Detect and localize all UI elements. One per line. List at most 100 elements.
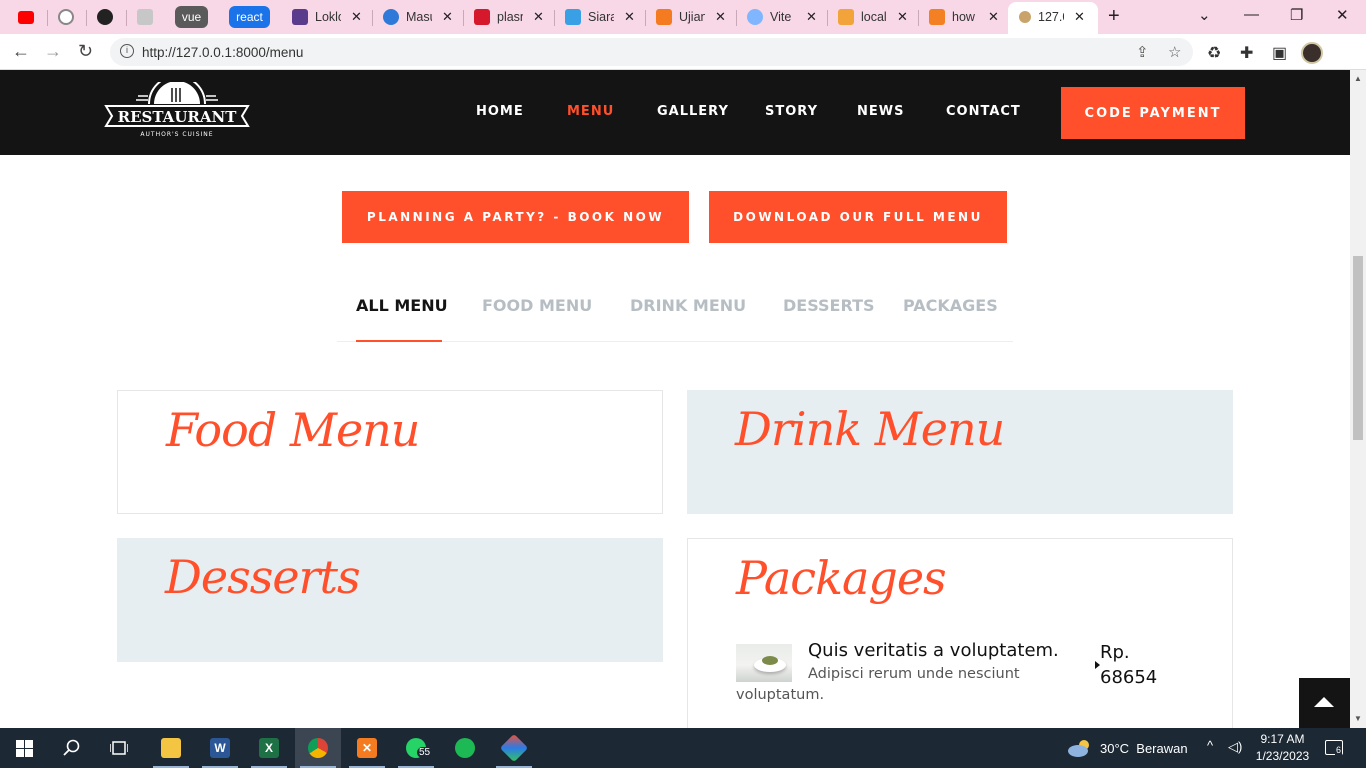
share-icon[interactable]: ⇪ [1136,43,1149,61]
taskbar-xampp[interactable]: ✕ [344,728,390,768]
chevron-down-icon[interactable]: ⌄ [1198,6,1211,24]
close-icon[interactable]: ✕ [988,9,999,25]
packages-title: Packages [736,551,947,605]
close-icon[interactable]: ✕ [624,9,635,25]
taskbar-excel[interactable]: X [246,728,292,768]
nav-gallery[interactable]: GALLERY [657,104,729,119]
windows-start-icon[interactable] [16,740,33,757]
address-bar[interactable]: i http://127.0.0.1:8000/menu ⇪ ☆ [110,38,1193,66]
taskbar-file-explorer[interactable] [148,728,194,768]
close-icon[interactable]: ✕ [806,9,817,25]
tab-plasn[interactable]: plasn ✕ [474,4,544,30]
close-icon[interactable]: ✕ [715,9,726,25]
back-arrow-icon[interactable]: ← [12,41,30,62]
search-icon[interactable] [63,739,81,757]
phpmyadmin-icon [838,9,854,25]
tab-drink-menu[interactable]: DRINK MENU [630,296,746,315]
page-scrollbar[interactable]: ▲ ▼ [1350,70,1366,728]
side-panel-icon[interactable]: ▣ [1272,43,1287,63]
tray-chevron-icon[interactable]: ^ [1207,738,1213,753]
close-icon[interactable]: ✕ [533,9,544,25]
taskbar-chrome[interactable] [295,728,341,768]
taskbar-spotify[interactable] [442,728,488,768]
nav-menu[interactable]: MENU [567,104,614,119]
download-menu-button[interactable]: DOWNLOAD OUR FULL MENU [709,191,1007,243]
task-view-icon[interactable] [110,740,128,756]
tab-separator [645,10,646,26]
close-icon[interactable]: ✕ [442,9,453,25]
windows-taskbar: W X ✕ 55 30°C Berawan ^ ◁) 9:17 AM 1/23/… [0,728,1366,768]
reload-icon[interactable]: ↻ [78,41,93,62]
tab-food-menu[interactable]: FOOD MENU [482,296,592,315]
book-party-button[interactable]: PLANNING A PARTY? - BOOK NOW [342,191,689,243]
profile-avatar[interactable] [1301,42,1323,64]
weather-cloud-icon[interactable] [1067,739,1093,757]
new-tab-icon[interactable]: + [1108,5,1120,28]
word-icon: W [210,738,230,758]
close-window-icon[interactable]: ✕ [1336,6,1349,24]
restaurant-logo[interactable]: RESTAURANT AUTHOR'S CUISINE [104,82,250,144]
info-icon[interactable]: i [120,44,134,58]
tab-all-menu[interactable]: ALL MENU [356,296,448,315]
scroll-down-icon[interactable]: ▼ [1354,714,1362,723]
taskbar-git[interactable] [491,728,537,768]
tab-loklo[interactable]: Loklo ✕ [292,4,362,30]
package-item-price: Rp. 68654 [1100,642,1158,688]
tab-youtube[interactable] [18,4,41,30]
taskbar-whatsapp[interactable]: 55 [393,728,439,768]
extensions-puzzle-icon[interactable]: ✚ [1240,43,1253,63]
web-page: RESTAURANT AUTHOR'S CUISINE HOME MENU GA… [0,70,1350,728]
close-icon[interactable]: ✕ [351,9,362,25]
taskbar-clock[interactable]: 9:17 AM 1/23/2023 [1250,731,1315,765]
nav-story[interactable]: STORY [765,104,818,119]
tab-local[interactable]: local ✕ [838,4,908,30]
tab-generic[interactable] [137,4,160,30]
tab-masu[interactable]: Masu ✕ [383,4,453,30]
recycle-extension-icon[interactable]: ♻ [1207,43,1221,63]
tab-globe[interactable] [97,4,120,30]
site-favicon-icon [383,9,399,25]
star-icon[interactable]: ☆ [1168,43,1181,61]
nav-home[interactable]: HOME [476,104,524,119]
tab-how[interactable]: how ✕ [929,4,999,30]
tab-separator [47,10,48,26]
tab-current[interactable]: 127.0 ✕ [1019,4,1085,30]
chrome-icon [308,738,328,758]
git-icon [499,733,529,763]
tab-group-vue[interactable]: vue [175,6,208,28]
spotify-icon [455,738,475,758]
taskbar-word[interactable]: W [197,728,243,768]
back-to-top-button[interactable] [1299,678,1350,728]
scrollbar-thumb[interactable] [1353,256,1363,440]
site-favicon-icon [292,9,308,25]
notification-center-icon[interactable]: 6 [1325,740,1343,755]
tab-separator [463,10,464,26]
url-text[interactable]: http://127.0.0.1:8000/menu [142,45,303,60]
tab-github[interactable] [58,4,81,30]
browser-tab-strip: vue react Loklo ✕ Masu ✕ plasn ✕ Siara ✕… [0,0,1366,34]
notification-count: 6 [1335,745,1343,755]
logo-subtext: AUTHOR'S CUISINE [140,131,213,138]
tab-packages[interactable]: PACKAGES [903,296,998,315]
nav-news[interactable]: NEWS [857,104,904,119]
tab-ujian[interactable]: Ujian ✕ [656,4,726,30]
minimize-icon[interactable]: — [1244,6,1259,23]
active-tab-indicator [356,340,442,342]
nav-contact[interactable]: CONTACT [946,104,1021,119]
tab-vite[interactable]: Vite ✕ [747,4,817,30]
whatsapp-badge: 55 [417,747,433,758]
food-menu-card: Food Menu [117,390,663,514]
tab-siara[interactable]: Siara ✕ [565,4,635,30]
clock-time: 9:17 AM [1260,732,1305,746]
maximize-icon[interactable]: ❐ [1290,6,1303,24]
tab-group-react[interactable]: react [229,6,270,28]
code-payment-button[interactable]: CODE PAYMENT [1061,87,1245,139]
tab-separator [372,10,373,26]
close-icon[interactable]: ✕ [1074,9,1085,25]
weather-text[interactable]: 30°C Berawan [1100,741,1188,756]
tab-desserts[interactable]: DESSERTS [783,296,875,315]
scroll-up-icon[interactable]: ▲ [1354,74,1362,83]
volume-icon[interactable]: ◁) [1228,739,1242,755]
close-icon[interactable]: ✕ [897,9,908,25]
forward-arrow-icon[interactable]: → [44,41,62,62]
